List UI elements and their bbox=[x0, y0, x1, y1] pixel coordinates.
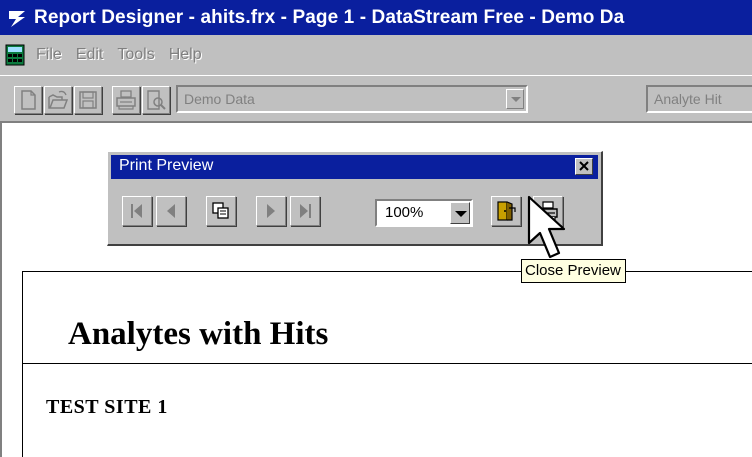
menu-file[interactable]: File bbox=[36, 46, 62, 64]
close-icon bbox=[579, 161, 589, 171]
print-preview-title: Print Preview bbox=[119, 157, 214, 174]
menu-help[interactable]: Help bbox=[169, 46, 202, 64]
print-icon bbox=[116, 90, 136, 110]
menu-bar: File Edit Tools Help bbox=[0, 35, 752, 75]
close-preview-button[interactable] bbox=[491, 196, 521, 226]
save-icon bbox=[79, 91, 97, 109]
zoom-select[interactable]: 100% bbox=[375, 199, 473, 227]
report-combo[interactable]: Analyte Hit bbox=[646, 85, 752, 113]
app-icon[interactable] bbox=[6, 7, 28, 29]
next-page-button[interactable] bbox=[256, 196, 286, 226]
multi-page-icon bbox=[212, 202, 229, 219]
report-band-divider bbox=[22, 363, 752, 364]
open-button[interactable] bbox=[44, 86, 72, 114]
zoom-value: 100% bbox=[385, 204, 424, 221]
multi-page-button[interactable] bbox=[206, 196, 236, 226]
first-page-button[interactable] bbox=[122, 196, 152, 226]
menu-edit[interactable]: Edit bbox=[76, 46, 104, 64]
title-bar: Report Designer - ahits.frx - Page 1 - D… bbox=[0, 0, 752, 35]
chevron-down-icon[interactable] bbox=[450, 202, 470, 224]
preview-button[interactable] bbox=[142, 86, 170, 114]
window-title: Report Designer - ahits.frx - Page 1 - D… bbox=[34, 6, 625, 28]
prev-page-button[interactable] bbox=[156, 196, 186, 226]
menu-tools[interactable]: Tools bbox=[117, 46, 154, 64]
report-site-name: TEST SITE 1 bbox=[46, 396, 168, 418]
cursor-icon bbox=[527, 195, 566, 259]
close-preview-icon bbox=[497, 201, 516, 221]
report-title: Analytes with Hits bbox=[68, 316, 329, 352]
print-button[interactable] bbox=[112, 86, 140, 114]
preview-icon bbox=[147, 90, 166, 110]
first-page-icon bbox=[131, 204, 142, 218]
report-frame-top-border bbox=[22, 271, 752, 272]
next-page-icon bbox=[267, 204, 275, 218]
calculator-icon[interactable] bbox=[4, 44, 26, 66]
report-frame-left-border bbox=[22, 271, 23, 457]
new-icon bbox=[21, 90, 36, 110]
print-preview-caption[interactable]: Print Preview bbox=[111, 155, 598, 179]
report-combo-value: Analyte Hit bbox=[654, 91, 722, 107]
data-source-combo[interactable]: Demo Data bbox=[176, 85, 528, 113]
toolbar: Demo Data Analyte Hit bbox=[0, 75, 752, 121]
new-button[interactable] bbox=[14, 86, 42, 114]
last-page-button[interactable] bbox=[290, 196, 320, 226]
open-icon bbox=[48, 90, 69, 109]
data-source-value: Demo Data bbox=[184, 91, 255, 107]
save-button[interactable] bbox=[74, 86, 102, 114]
print-preview-close-button[interactable] bbox=[575, 158, 593, 175]
chevron-down-icon[interactable] bbox=[506, 89, 524, 109]
last-page-icon bbox=[300, 204, 311, 218]
prev-page-icon bbox=[167, 204, 175, 218]
